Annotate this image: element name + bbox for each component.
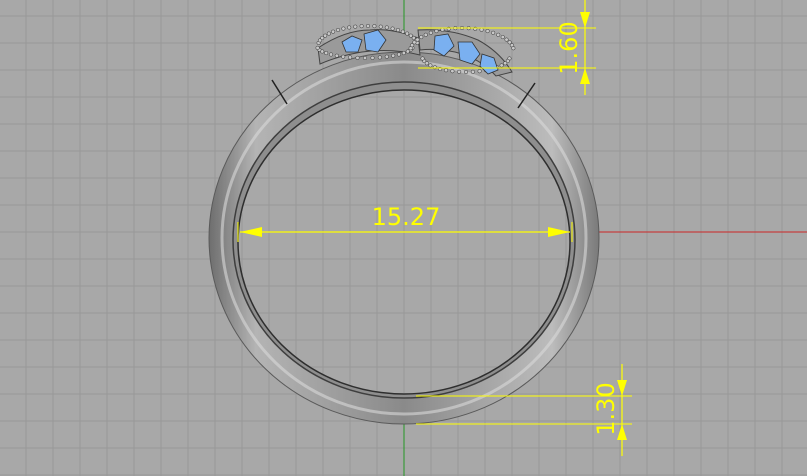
bead	[419, 35, 424, 40]
bead	[335, 27, 341, 33]
bead	[377, 55, 382, 60]
bead	[503, 61, 508, 66]
bead	[341, 26, 346, 31]
bead	[347, 25, 352, 30]
bead	[370, 55, 375, 60]
bead	[423, 32, 428, 37]
bead	[443, 68, 449, 73]
bead	[499, 63, 504, 68]
bead	[384, 25, 389, 30]
bead	[384, 54, 389, 59]
bead	[348, 55, 353, 60]
bead	[485, 29, 490, 34]
bead	[400, 29, 405, 34]
bead	[353, 24, 358, 29]
bead	[457, 69, 462, 74]
bead	[359, 24, 364, 29]
bead	[428, 63, 433, 68]
dimension-value: 1.60	[555, 21, 583, 74]
bead	[372, 24, 377, 29]
bead	[324, 51, 329, 56]
bead	[496, 32, 501, 37]
bead	[415, 37, 420, 42]
bead	[432, 65, 437, 70]
bead	[450, 69, 455, 74]
bead	[395, 27, 401, 33]
bead	[401, 51, 406, 56]
bead	[412, 40, 417, 45]
bead	[334, 53, 339, 58]
bead	[434, 29, 439, 34]
bead	[331, 29, 336, 34]
cad-viewport[interactable]: 15.27 1.60 1.30	[0, 0, 807, 476]
bead	[470, 69, 475, 74]
dimension-value: 1.30	[592, 382, 620, 435]
bead	[463, 69, 469, 75]
bead	[323, 33, 328, 38]
bead	[329, 52, 334, 57]
bead	[405, 49, 410, 54]
bead	[378, 24, 383, 29]
bead	[391, 53, 396, 58]
bead	[479, 27, 484, 32]
bead	[405, 31, 410, 36]
bead	[420, 56, 425, 61]
bead	[341, 54, 346, 59]
bead	[315, 45, 320, 50]
bead	[396, 52, 401, 57]
bead	[504, 37, 509, 42]
bead	[355, 55, 360, 60]
dimension-value: 15.27	[372, 203, 441, 231]
bead	[326, 31, 331, 36]
bead	[390, 26, 395, 31]
bead	[365, 23, 371, 29]
bead	[362, 55, 368, 61]
bead	[491, 30, 496, 35]
bead	[511, 46, 516, 51]
bead	[500, 35, 505, 40]
bead	[440, 27, 445, 32]
bead	[477, 69, 482, 74]
bead	[428, 30, 433, 35]
